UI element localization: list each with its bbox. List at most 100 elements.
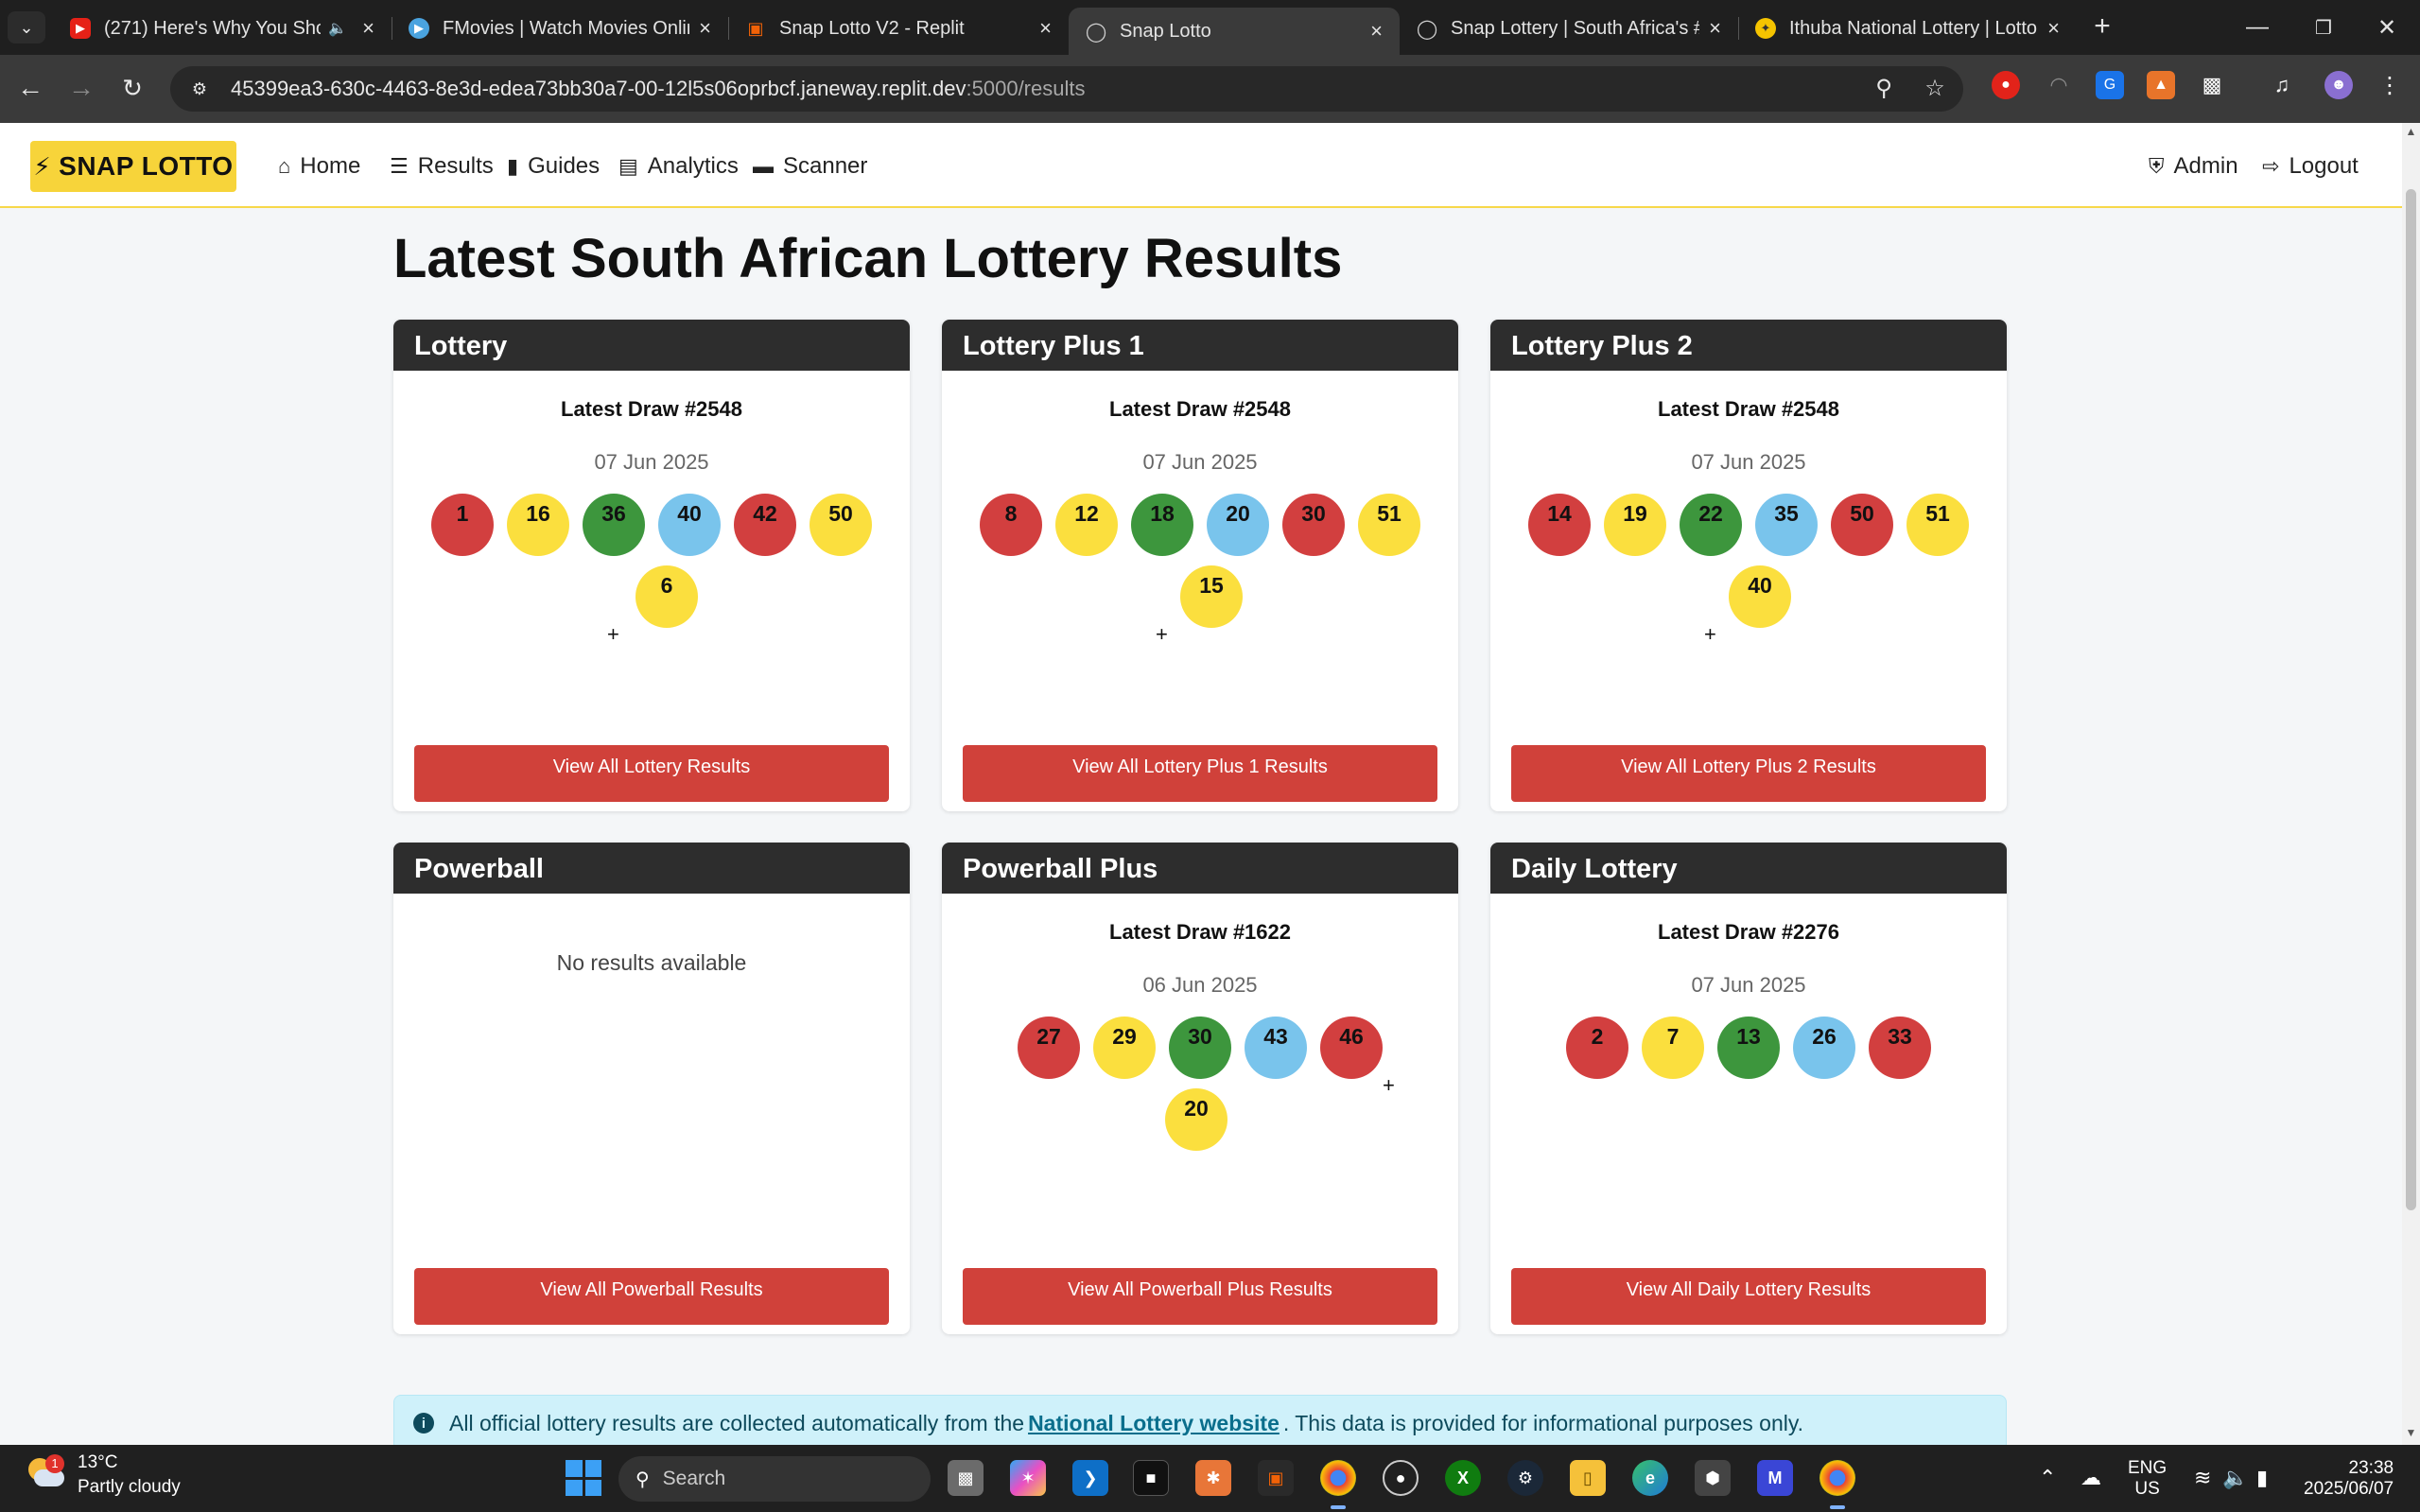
tab-snap-lottery[interactable]: ◯ Snap Lottery | South Africa's #1 × xyxy=(1400,8,1738,49)
lotto-ball: 35 xyxy=(1755,494,1818,556)
national-lottery-link[interactable]: National Lottery website xyxy=(1028,1411,1280,1436)
site-settings-icon[interactable]: ⚙ xyxy=(183,73,216,105)
tab-replit[interactable]: ▣ Snap Lotto V2 - Replit × xyxy=(728,8,1069,49)
draw-date: 06 Jun 2025 xyxy=(1142,973,1258,997)
profile-avatar[interactable]: ☻ xyxy=(2324,71,2353,99)
card-lottery: Lottery Latest Draw #2548 07 Jun 2025 1 … xyxy=(393,320,910,811)
youtube-icon: ▶ xyxy=(70,18,91,39)
back-arrow-icon[interactable]: ← xyxy=(13,72,47,106)
close-window-icon[interactable]: ✕ xyxy=(2354,0,2420,55)
tray-chevron-up-icon[interactable]: ⌃ xyxy=(2039,1466,2056,1490)
media-control-icon[interactable]: ♫ xyxy=(2268,71,2296,99)
lotto-ball: 43 xyxy=(1245,1017,1307,1079)
lotto-ball: 27 xyxy=(1018,1017,1080,1079)
nav-logout[interactable]: ⇨ Logout xyxy=(2262,149,2359,183)
clock-time: 23:38 xyxy=(2348,1458,2394,1478)
url-text[interactable]: 45399ea3-630c-4463-8e3d-edea73bb30a7-00-… xyxy=(231,77,1085,101)
nav-home[interactable]: ⌂ Home xyxy=(278,149,360,183)
app-hexagon-icon[interactable]: ⬢ xyxy=(1695,1460,1731,1496)
bonus-ball: 15 xyxy=(1180,565,1243,628)
tab-title: FMovies | Watch Movies Online xyxy=(443,17,690,39)
chrome-profile-icon[interactable] xyxy=(1819,1460,1855,1496)
view-all-powerball-button[interactable]: View All Powerball Results xyxy=(414,1268,889,1325)
onedrive-cloud-icon[interactable]: ☁ xyxy=(2081,1466,2101,1490)
adblock-extension-icon[interactable]: ● xyxy=(1992,71,2020,99)
lotto-ball: 30 xyxy=(1282,494,1345,556)
browser-menu-icon[interactable]: ⋮ xyxy=(2376,71,2404,99)
edge-icon[interactable]: e xyxy=(1632,1460,1668,1496)
file-explorer-icon[interactable]: ▯ xyxy=(1570,1460,1606,1496)
view-all-powerball-plus-button[interactable]: View All Powerball Plus Results xyxy=(963,1268,1437,1325)
brand-logo[interactable]: ⚡ SNAP LOTTO xyxy=(30,141,236,192)
close-tab-icon[interactable]: × xyxy=(1039,16,1052,41)
tab-fmovies[interactable]: ▶ FMovies | Watch Movies Online × xyxy=(392,8,728,49)
speaker-icon[interactable]: 🔈 xyxy=(328,19,347,38)
replit-taskbar-icon[interactable]: ▣ xyxy=(1258,1460,1294,1496)
view-all-lottery-plus-2-button[interactable]: View All Lottery Plus 2 Results xyxy=(1511,745,1986,802)
xbox-icon[interactable]: X xyxy=(1445,1460,1481,1496)
nav-admin[interactable]: ⛨ Admin xyxy=(2149,149,2238,183)
extensions-puzzle-icon[interactable]: ▩ xyxy=(2198,71,2226,99)
close-tab-icon[interactable]: × xyxy=(699,16,711,41)
obs-icon[interactable]: ● xyxy=(1383,1460,1419,1496)
address-bar[interactable]: ⚙ 45399ea3-630c-4463-8e3d-edea73bb30a7-0… xyxy=(170,66,1963,112)
nav-analytics[interactable]: ▤ Analytics xyxy=(618,149,739,183)
close-tab-icon[interactable]: × xyxy=(1709,16,1721,41)
chrome-icon[interactable] xyxy=(1320,1460,1356,1496)
forward-arrow-icon[interactable]: → xyxy=(64,72,98,106)
nav-guides[interactable]: ▮ Guides xyxy=(507,149,600,183)
nav-analytics-label: Analytics xyxy=(647,153,739,179)
loading-extension-icon[interactable]: ◠ xyxy=(2045,71,2073,99)
card-header: Lottery Plus 1 xyxy=(942,320,1458,371)
app-m-icon[interactable]: M xyxy=(1757,1460,1793,1496)
nav-results[interactable]: ☰ Results xyxy=(390,149,494,183)
draw-date: 07 Jun 2025 xyxy=(594,450,709,474)
steam-icon[interactable]: ⚙ xyxy=(1507,1460,1543,1496)
clock[interactable]: 23:38 2025/06/07 xyxy=(2304,1458,2394,1500)
tab-ithuba[interactable]: ✦ Ithuba National Lottery | Lotto × xyxy=(1738,8,2077,49)
reload-icon[interactable]: ↻ xyxy=(115,72,149,106)
zoom-icon[interactable]: ⚲ xyxy=(1869,74,1899,104)
tab-snap-lotto-active[interactable]: ◯ Snap Lotto × xyxy=(1069,8,1400,55)
taskbar-search[interactable]: ⚲ Search xyxy=(618,1456,931,1502)
app-terminal-icon[interactable]: ■ xyxy=(1133,1460,1169,1496)
scrollbar-thumb[interactable] xyxy=(2406,189,2416,1210)
battery-icon[interactable]: ▮ xyxy=(2256,1466,2268,1490)
browser-toolbar: ← → ↻ ⚙ 45399ea3-630c-4463-8e3d-edea73bb… xyxy=(0,55,2420,123)
brand-text: SNAP LOTTO xyxy=(59,151,234,181)
close-tab-icon[interactable]: × xyxy=(362,16,374,41)
view-all-lottery-plus-1-button[interactable]: View All Lottery Plus 1 Results xyxy=(963,745,1437,802)
browser-tab-strip: ⌄ ▶ (271) Here's Why You Shoul 🔈 × ▶ FMo… xyxy=(0,0,2420,55)
tab-youtube[interactable]: ▶ (271) Here's Why You Shoul 🔈 × xyxy=(53,8,392,49)
nav-scanner[interactable]: ▬ Scanner xyxy=(753,149,867,183)
vscode-icon[interactable]: ❯ xyxy=(1072,1460,1108,1496)
view-all-lottery-button[interactable]: View All Lottery Results xyxy=(414,745,889,802)
new-tab-plus-icon[interactable]: + xyxy=(2086,11,2118,43)
lotto-ball: 7 xyxy=(1642,1017,1704,1079)
close-tab-icon[interactable]: × xyxy=(1370,19,1383,43)
claude-icon[interactable]: ✱ xyxy=(1195,1460,1231,1496)
task-view-icon[interactable]: ▩ xyxy=(948,1460,984,1496)
wifi-icon[interactable]: ≋ xyxy=(2194,1466,2211,1490)
weather-widget[interactable]: 1 13°C Partly cloudy xyxy=(25,1452,181,1498)
tab-search-chevron-icon[interactable]: ⌄ xyxy=(8,11,45,43)
info-text-prefix: All official lottery results are collect… xyxy=(449,1410,1025,1435)
windows-start-icon[interactable] xyxy=(566,1460,601,1496)
draw-number: Latest Draw #2548 xyxy=(561,397,742,421)
bookmark-star-icon[interactable]: ☆ xyxy=(1920,74,1950,104)
close-tab-icon[interactable]: × xyxy=(2047,16,2060,41)
lotto-ball: 40 xyxy=(658,494,721,556)
bonus-plus-sign: + xyxy=(1704,622,1716,646)
language-indicator[interactable]: ENG US xyxy=(2128,1458,2167,1500)
bonus-row: + 6 xyxy=(393,565,910,646)
scroll-down-arrow-icon[interactable]: ▼ xyxy=(2403,1426,2419,1441)
copilot-icon[interactable]: ✶ xyxy=(1010,1460,1046,1496)
view-all-daily-lottery-button[interactable]: View All Daily Lottery Results xyxy=(1511,1268,1986,1325)
minimize-icon[interactable]: — xyxy=(2224,0,2290,55)
fox-extension-icon[interactable]: ▲ xyxy=(2147,71,2175,99)
volume-icon[interactable]: 🔈 xyxy=(2222,1466,2248,1490)
card-header: Powerball Plus xyxy=(942,843,1458,894)
translate-extension-icon[interactable]: G xyxy=(2096,71,2124,99)
restore-icon[interactable]: ❐ xyxy=(2290,0,2357,55)
scroll-up-arrow-icon[interactable]: ▲ xyxy=(2403,125,2419,140)
